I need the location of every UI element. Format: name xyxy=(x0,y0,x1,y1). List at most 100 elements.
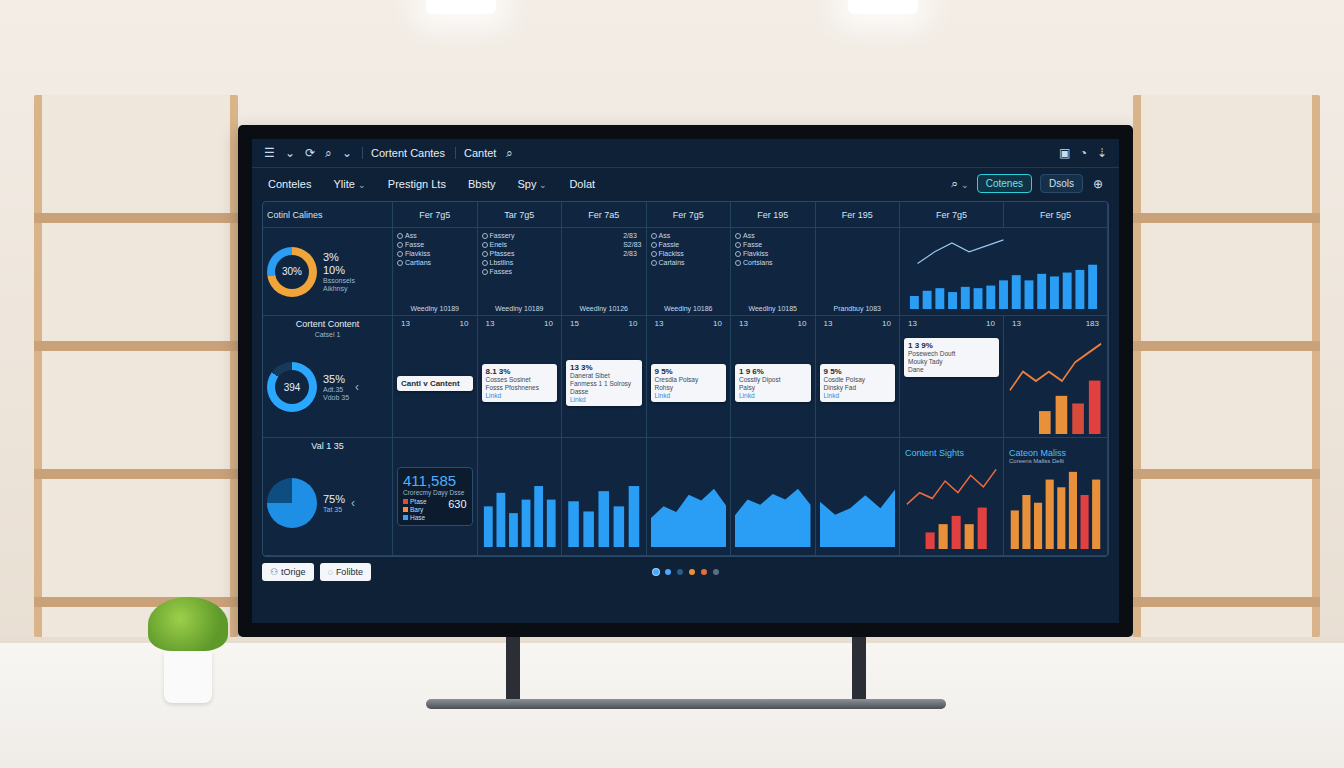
chart-subtitle: Coreens Mallss Dellt xyxy=(1009,458,1102,464)
task-item[interactable]: Ass xyxy=(735,231,773,240)
stat-caption: Crorecmy Dayy Dsse xyxy=(403,489,467,496)
collapse-icon[interactable]: ‹ xyxy=(351,496,355,510)
day-cell: 13101 9 6%Cosstly DipostPalsyLinkd xyxy=(731,316,816,438)
task-item[interactable]: Flavkiss xyxy=(397,249,431,258)
footer-button[interactable]: ◌Folibte xyxy=(320,563,371,581)
nav-item[interactable]: Prestign Lts xyxy=(388,178,446,190)
day-numbers: 1510 xyxy=(566,319,642,328)
event-card[interactable]: 1 9 6%Cosstly DipostPalsyLinkd xyxy=(735,364,811,402)
chart-bar xyxy=(1022,495,1030,549)
day-cell: 1310Cantl v Cantent xyxy=(393,316,478,438)
task-item[interactable]: Ass xyxy=(397,231,431,240)
task-item[interactable]: Fasses xyxy=(482,267,515,276)
nav-item[interactable]: Bbsty xyxy=(468,178,496,190)
event-link[interactable]: Linkd xyxy=(570,396,638,403)
task-item[interactable]: Cortsians xyxy=(735,258,773,267)
event-card[interactable]: 9 5%Cosdle PolsayDinsky FadLinkd xyxy=(820,364,896,402)
nav-button[interactable]: Dsols xyxy=(1040,174,1083,193)
day-numbers: 1310 xyxy=(482,319,558,328)
toolbar-icon[interactable]: ⌄ xyxy=(342,146,352,160)
toolbar-icon[interactable]: ◔ xyxy=(1080,146,1087,160)
chart-bar xyxy=(986,286,995,309)
collapse-icon[interactable]: ‹ xyxy=(355,380,359,394)
task-item[interactable]: Enels xyxy=(482,240,515,249)
event-card[interactable]: 1 3 9%Posewech DouftMouky TadyDane xyxy=(904,338,999,377)
nav-item[interactable]: Dolat xyxy=(569,178,595,190)
chart-bar xyxy=(583,511,594,547)
summary-line: Aikhnsy xyxy=(323,285,355,292)
toolbar-icon[interactable]: ⌕ xyxy=(325,146,332,160)
legend-item: Hase xyxy=(403,514,427,521)
chart-bar xyxy=(948,292,957,309)
page-dot[interactable] xyxy=(665,569,671,575)
chart-bar xyxy=(1034,503,1042,549)
chart-bar xyxy=(926,532,935,549)
task-item[interactable]: Fasse xyxy=(397,240,431,249)
content-sights-chart: Content Sights xyxy=(900,438,1004,556)
task-item[interactable]: Fassie xyxy=(651,240,685,249)
event-card[interactable]: 9 5%Cresdla PolsayRohsyLinkd xyxy=(651,364,727,402)
summary-value: 10% xyxy=(323,264,355,276)
ring-value: 394 xyxy=(275,370,309,404)
bookshelf xyxy=(34,95,238,637)
ring-chart: 394 xyxy=(267,362,317,412)
page-dot[interactable] xyxy=(653,569,659,575)
menu-icon[interactable]: ☰ xyxy=(264,146,275,160)
task-item[interactable]: Fasse xyxy=(735,240,773,249)
chart-bar xyxy=(1080,495,1088,549)
toolbar-icon[interactable]: ⇣ xyxy=(1097,146,1107,160)
summary-cell: Cortent ContentCatsel 1‹39435%Adt.35Vdob… xyxy=(263,316,393,438)
cateon-maliss-chart: Cateon MalissCoreens Mallss Dellt xyxy=(1004,438,1108,556)
chart-title: Content Sights xyxy=(905,448,998,458)
event-card[interactable]: 8.1 3%Cosses SosinetFosss PfoshnenesLink… xyxy=(482,364,558,402)
toolbar-icon[interactable]: ⟳ xyxy=(305,146,315,160)
task-item[interactable]: Ass xyxy=(651,231,685,240)
task-item[interactable]: Pfasses xyxy=(482,249,515,258)
desk xyxy=(0,637,1344,768)
event-title: Cantl v Cantent xyxy=(401,379,469,388)
footer-button[interactable]: ⚇tOrige xyxy=(262,563,314,581)
event-link[interactable]: Linkd xyxy=(739,392,807,399)
summary-title: Catsel 1 xyxy=(267,331,388,338)
page-dot[interactable] xyxy=(701,569,707,575)
chart-bar xyxy=(1057,487,1065,549)
monitor: ☰⌄⟳⌕⌄Cortent CantesCantet⌕▣◔⇣ContelesYli… xyxy=(238,125,1133,637)
toolbar-icon[interactable]: ⌄ xyxy=(285,146,295,160)
search-icon[interactable]: ⌕⌄ xyxy=(951,176,969,192)
task-item[interactable]: Cartains xyxy=(651,258,685,267)
task-item[interactable]: Fassery xyxy=(482,231,515,240)
chart-bar xyxy=(568,501,579,547)
dashboard-screen: ☰⌄⟳⌕⌄Cortent CantesCantet⌕▣◔⇣ContelesYli… xyxy=(252,139,1119,623)
chart-bar xyxy=(1063,273,1072,309)
chart-area xyxy=(820,489,896,547)
add-icon[interactable]: ⊕ xyxy=(1093,177,1103,191)
task-item[interactable]: Flavkiss xyxy=(735,249,773,258)
button-icon: ⚇ xyxy=(270,567,278,577)
page-dot[interactable] xyxy=(677,569,683,575)
page-dot[interactable] xyxy=(689,569,695,575)
chart-bar xyxy=(1012,275,1021,309)
tab[interactable]: Cantet xyxy=(455,147,496,159)
nav-button[interactable]: Cotenes xyxy=(977,174,1032,193)
event-link[interactable]: Linkd xyxy=(824,392,892,399)
task-item[interactable]: Flackiss xyxy=(651,249,685,258)
chart-bar xyxy=(923,291,932,309)
task-item[interactable]: Cartians xyxy=(397,258,431,267)
chart-bar xyxy=(1025,280,1034,309)
page-dot[interactable] xyxy=(713,569,719,575)
task-item[interactable]: Lbstlins xyxy=(482,258,515,267)
toolbar-icon[interactable]: ▣ xyxy=(1059,146,1070,160)
event-card[interactable]: 13 3%Danerat SibetFanmess 1 1 SolrosyDas… xyxy=(566,360,642,406)
event-card[interactable]: Cantl v Cantent xyxy=(397,376,473,391)
caret-icon: ⌄ xyxy=(358,180,366,190)
nav-item[interactable]: Ylite⌄ xyxy=(333,178,365,190)
chart-bar xyxy=(483,506,492,547)
chart-bar xyxy=(546,500,555,547)
top-bar: ☰⌄⟳⌕⌄Cortent CantesCantet⌕▣◔⇣ xyxy=(252,139,1119,168)
event-link[interactable]: Linkd xyxy=(486,392,554,399)
event-line: Dinsky Fad xyxy=(824,384,892,392)
event-link[interactable]: Linkd xyxy=(655,392,723,399)
nav-item[interactable]: Conteles xyxy=(268,178,311,190)
nav-item[interactable]: Spy⌄ xyxy=(517,178,547,190)
search-icon[interactable]: ⌕ xyxy=(506,146,513,160)
